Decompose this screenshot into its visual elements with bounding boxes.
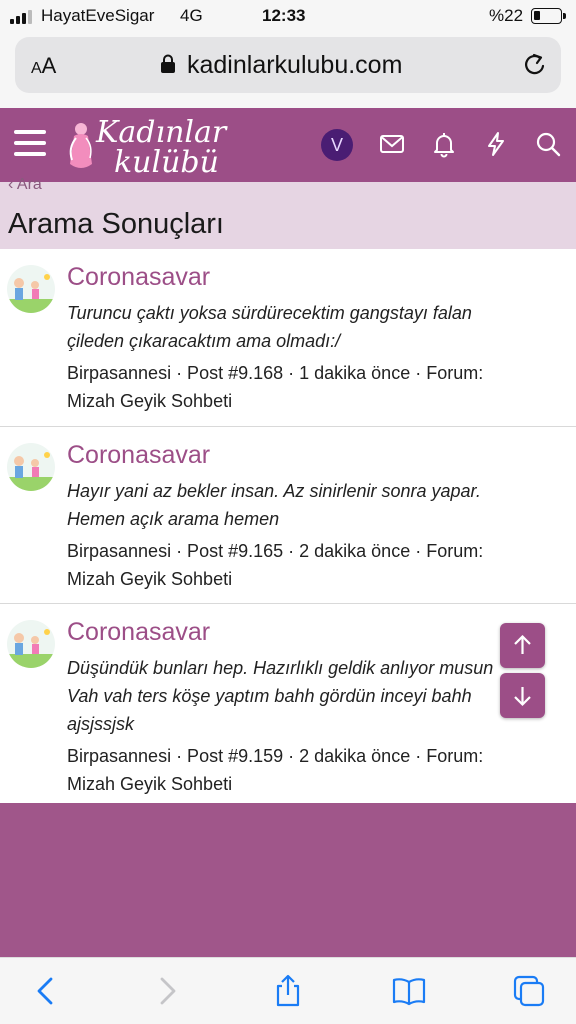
snippet-line: Hemen açık arama hemen xyxy=(67,509,280,529)
address-bar[interactable]: AA kadinlarkulubu.com xyxy=(15,37,561,93)
share-icon[interactable] xyxy=(271,974,305,1008)
result-title[interactable]: Coronasavar xyxy=(67,441,210,470)
snippet-line: ajsjssjsk xyxy=(67,714,135,734)
user-avatar[interactable]: V xyxy=(321,129,353,161)
signal-strength-icon xyxy=(10,10,34,24)
result-avatar[interactable] xyxy=(7,620,55,668)
network-type: 4G xyxy=(180,6,203,25)
result-snippet: Hayır yani az bekler insan. Az sinirleni… xyxy=(67,477,547,533)
result-meta: Birpasannesi · Post #9.168 · 1 dakika ön… xyxy=(67,359,547,415)
url-text[interactable]: kadinlarkulubu.com xyxy=(187,51,402,80)
kids-drawing-icon xyxy=(7,629,55,668)
breadcrumb[interactable]: ‹ Ara xyxy=(8,176,42,194)
logo-figure-icon xyxy=(69,123,92,168)
search-icon[interactable] xyxy=(534,130,562,158)
meta-line: Birpasannesi · Post #9.159 · 2 dakika ön… xyxy=(67,746,484,766)
meta-line: Birpasannesi · Post #9.168 · 1 dakika ön… xyxy=(67,363,484,383)
arrow-down-icon xyxy=(514,687,531,707)
meta-line: Mizah Geyik Sohbeti xyxy=(67,391,233,411)
page-title-bar: ‹ Ara Arama Sonuçları xyxy=(0,176,576,249)
hamburger-icon[interactable] xyxy=(14,130,46,156)
meta-line: Birpasannesi · Post #9.165 · 2 dakika ön… xyxy=(67,541,484,561)
snippet-line: Düşündük bunları hep. Hazırlıklı geldik … xyxy=(67,658,494,678)
logo-text-line1: Kadınlar xyxy=(96,115,227,150)
browser-toolbar xyxy=(0,957,576,1024)
text-size-label: AA xyxy=(31,53,57,78)
snippet-line: çileden çıkaracaktım ama olmadı:/ xyxy=(67,331,341,351)
arrow-up-icon xyxy=(514,634,531,654)
site-logo[interactable]: Kadınlar kulübü xyxy=(62,114,226,180)
snippet-line: Hayır yani az bekler insan. Az sinirleni… xyxy=(67,481,481,501)
breadcrumb-label: Ara xyxy=(16,176,42,193)
lock-icon xyxy=(161,54,175,73)
scroll-up-button[interactable] xyxy=(500,623,545,668)
envelope-icon[interactable] xyxy=(378,130,406,158)
search-results-list: Coronasavar Turuncu çaktı yoksa sürdürec… xyxy=(0,249,576,803)
result-snippet: Turuncu çaktı yoksa sürdürecektim gangst… xyxy=(67,299,547,355)
result-avatar[interactable] xyxy=(7,443,55,491)
status-bar: HayatEveSigar 4G 12:33 %22 xyxy=(0,0,576,32)
snippet-line: Vah vah ters köşe yaptım bahh gördün inc… xyxy=(67,686,472,706)
chevron-right-icon[interactable] xyxy=(150,974,184,1008)
page-title: Arama Sonuçları xyxy=(8,208,224,240)
scroll-down-button[interactable] xyxy=(500,673,545,718)
kids-drawing-icon xyxy=(7,452,55,491)
meta-line: Mizah Geyik Sohbeti xyxy=(67,774,233,794)
logo-text-line2: kulübü xyxy=(114,145,219,180)
tabs-icon[interactable] xyxy=(512,974,546,1008)
chevron-left-icon[interactable] xyxy=(29,974,63,1008)
lightning-icon[interactable] xyxy=(482,130,510,158)
text-size-button[interactable]: AA xyxy=(31,53,56,79)
search-result-item[interactable]: Coronasavar Turuncu çaktı yoksa sürdürec… xyxy=(0,249,576,427)
carrier-name: HayatEveSigar xyxy=(41,6,155,25)
status-time: 12:33 xyxy=(262,6,306,25)
battery-icon xyxy=(531,8,566,24)
kids-drawing-icon xyxy=(7,274,55,313)
result-avatar[interactable] xyxy=(7,265,55,313)
book-icon[interactable] xyxy=(392,974,426,1008)
meta-line: Mizah Geyik Sohbeti xyxy=(67,569,233,589)
result-title[interactable]: Coronasavar xyxy=(67,618,210,647)
reload-icon[interactable] xyxy=(521,51,549,79)
browser-address-area: AA kadinlarkulubu.com xyxy=(0,32,576,108)
result-meta: Birpasannesi · Post #9.165 · 2 dakika ön… xyxy=(67,537,547,593)
result-meta: Birpasannesi · Post #9.159 · 2 dakika ön… xyxy=(67,742,547,798)
snippet-line: Turuncu çaktı yoksa sürdürecektim gangst… xyxy=(67,303,472,323)
battery-percentage: %22 xyxy=(489,6,524,25)
result-title[interactable]: Coronasavar xyxy=(67,263,210,292)
search-result-item[interactable]: Coronasavar Hayır yani az bekler insan. … xyxy=(0,427,576,604)
bell-icon[interactable] xyxy=(430,130,458,158)
result-snippet: Düşündük bunları hep. Hazırlıklı geldik … xyxy=(67,654,547,738)
site-header: Kadınlar kulübü V xyxy=(0,108,576,182)
search-result-item[interactable]: Coronasavar Düşündük bunları hep. Hazırl… xyxy=(0,604,576,803)
